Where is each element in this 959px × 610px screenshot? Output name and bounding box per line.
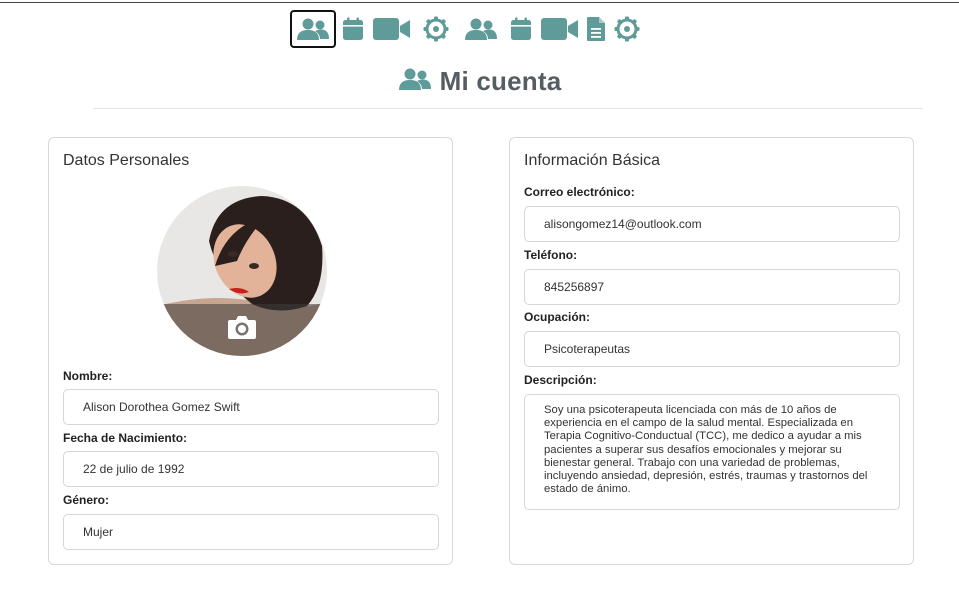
phone-field[interactable]: 845256897 (524, 269, 900, 305)
top-divider (0, 2, 959, 3)
gender-field[interactable]: Mujer (63, 514, 439, 550)
calendar-icon (341, 17, 365, 41)
tab-video[interactable] (370, 10, 414, 48)
tab-mi-cuenta[interactable] (290, 10, 336, 48)
occupation-label: Ocupación: (524, 310, 591, 324)
dob-field[interactable]: 22 de julio de 1992 (63, 451, 439, 487)
tab-settings[interactable] (414, 10, 458, 48)
tab-calendar[interactable] (336, 10, 370, 48)
gear-icon (614, 16, 640, 42)
name-label: Nombre: (63, 369, 113, 383)
tab-video-2[interactable] (538, 10, 582, 48)
document-icon (586, 16, 606, 42)
email-field[interactable]: alisongomez14@outlook.com (524, 206, 900, 242)
dob-label: Fecha de Nacimiento: (63, 431, 188, 445)
top-toolbar (290, 10, 644, 48)
name-field[interactable]: Alison Dorothea Gomez Swift (63, 389, 439, 425)
users-icon (398, 67, 440, 96)
phone-label: Teléfono: (524, 248, 578, 262)
tab-users[interactable] (458, 10, 504, 48)
description-label: Descripción: (524, 373, 597, 387)
basic-info-card: Información Básica Correo electrónico: a… (509, 137, 914, 565)
personal-data-card: Datos Personales Nombre: Alison Dorothea… (48, 137, 453, 565)
tab-calendar-2[interactable] (504, 10, 538, 48)
avatar-upload[interactable] (157, 186, 327, 356)
occupation-field[interactable]: Psicoterapeutas (524, 331, 900, 367)
basic-info-title: Información Básica (524, 152, 661, 169)
video-icon (540, 17, 580, 41)
gender-label: Género: (63, 493, 110, 507)
title-divider (93, 108, 923, 109)
users-icon (464, 17, 498, 41)
gear-icon (423, 16, 449, 42)
video-icon (372, 17, 412, 41)
personal-data-title: Datos Personales (63, 152, 190, 169)
page-title: Mi cuenta (439, 66, 562, 96)
avatar-overlay (157, 304, 327, 356)
page-header: Mi cuenta (0, 66, 959, 97)
email-label: Correo electrónico: (524, 185, 635, 199)
tab-documents[interactable] (582, 10, 610, 48)
users-icon (296, 17, 330, 41)
camera-icon (227, 314, 257, 356)
description-field[interactable]: Soy una psicoterapeuta licenciada con má… (524, 394, 900, 510)
calendar-icon (509, 17, 533, 41)
tab-settings-2[interactable] (610, 10, 644, 48)
